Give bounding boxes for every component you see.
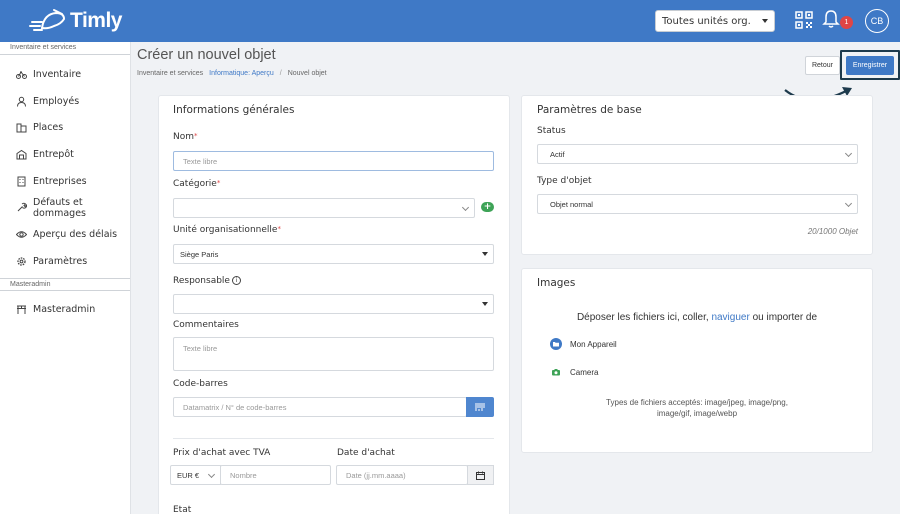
sidebar-item-label: Entrepôt (33, 148, 74, 160)
object-counter: 20/1000 Objet (807, 227, 858, 236)
sidebar-item-label: Employés (33, 95, 80, 107)
eye-icon (16, 229, 27, 240)
breadcrumb-separator: / (279, 70, 282, 77)
sidebar-item-entrepot[interactable]: Entrepôt (0, 141, 130, 168)
sidebar-item-label: Places (33, 122, 64, 134)
office-icon (16, 176, 27, 187)
sidebar-item-employes[interactable]: Employés (0, 88, 130, 115)
back-button[interactable]: Retour (805, 56, 840, 75)
responsible-select[interactable] (173, 294, 494, 314)
category-label: Catégorie* (173, 179, 221, 189)
chevron-down-icon (207, 470, 216, 479)
chevron-down-icon (844, 149, 853, 158)
general-info-title: Informations générales (173, 104, 295, 116)
sidebar-section-inventory: Inventaire et services (0, 42, 130, 55)
sidebar-section-masteradmin: Masteradmin (0, 277, 130, 291)
sidebar-item-places[interactable]: Places (0, 114, 130, 141)
barcode-scan-icon (475, 403, 485, 411)
sidebar-item-label: Inventaire (33, 68, 82, 80)
folder-icon (550, 338, 562, 350)
sidebar-item-label: Masteradmin (33, 304, 96, 316)
date-input[interactable]: Date (jj.mm.aaaa) (336, 465, 468, 485)
qr-scan-icon[interactable] (795, 11, 813, 29)
state-label: Etat (173, 505, 192, 514)
bell-icon[interactable] (822, 9, 840, 29)
name-label: Nom* (173, 132, 198, 142)
accepted-file-types: Types de fichiers acceptés: image/jpeg, … (606, 398, 788, 418)
basic-params-title: Paramètres de base (537, 104, 642, 116)
camera-icon (550, 366, 562, 378)
comments-label: Commentaires (173, 320, 239, 330)
comments-textarea[interactable]: Texte libre (173, 337, 494, 371)
avatar[interactable]: CB (865, 9, 889, 33)
name-input[interactable]: Texte libre (173, 151, 494, 171)
org-unit-select[interactable]: Toutes unités org. (655, 10, 775, 32)
object-type-label: Type d'objet (537, 176, 592, 186)
calendar-button[interactable] (467, 465, 494, 485)
notification-badge: 1 (840, 16, 853, 29)
section-divider (173, 438, 494, 439)
org-unit-select-value: Toutes unités org. (662, 15, 751, 27)
browse-link[interactable]: naviguer (711, 312, 749, 323)
info-icon[interactable]: i (231, 276, 241, 285)
source-camera[interactable]: Camera (550, 366, 598, 378)
images-card (521, 268, 873, 453)
sidebar-item-inventaire[interactable]: Inventaire (0, 61, 130, 88)
source-my-device[interactable]: Mon Appareil (550, 338, 617, 350)
barcode-scan-button[interactable] (466, 397, 494, 417)
currency-select[interactable]: EUR € (170, 465, 221, 485)
org-unit-field-select[interactable]: Siège Paris (173, 244, 494, 264)
top-bar: Timly Toutes unités org. 1 CB (0, 0, 900, 42)
sidebar-item-parametres[interactable]: Paramètres (0, 248, 130, 275)
logo-text: Timly (70, 9, 122, 32)
sidebar-item-defauts[interactable]: Défauts et dommages (0, 194, 130, 221)
user-icon (16, 96, 27, 107)
bicycle-icon (16, 69, 27, 80)
status-label: Status (537, 126, 566, 136)
calendar-icon (476, 471, 485, 480)
add-category-button[interactable]: + (481, 202, 494, 212)
breadcrumb: Inventaire et services Informatique: Ape… (137, 70, 327, 77)
sidebar-item-label: Entreprises (33, 175, 87, 187)
category-select[interactable] (173, 198, 475, 218)
sidebar: Inventaire et services Inventaire Employ… (0, 42, 131, 514)
building-icon (16, 122, 27, 133)
caret-down-icon (482, 302, 488, 306)
sidebar-item-label: Paramètres (33, 255, 88, 267)
price-input[interactable]: Nombre (220, 465, 331, 485)
sidebar-item-label: Défauts et dommages (33, 196, 86, 219)
chevron-down-icon (844, 199, 853, 208)
object-type-select[interactable]: Objet normal (537, 194, 858, 214)
sidebar-item-masteradmin[interactable]: Masteradmin (0, 297, 130, 324)
org-unit-label: Unité organisationnelle* (173, 225, 281, 235)
date-label: Date d'achat (337, 448, 395, 458)
breadcrumb-item-current: Nouvel objet (287, 70, 327, 77)
breadcrumb-item[interactable]: Informatique: Aperçu (209, 70, 274, 77)
barcode-label: Code-barres (173, 379, 228, 389)
chevron-down-icon (461, 203, 470, 212)
dropzone-text[interactable]: Déposer les fichiers ici, coller, navigu… (522, 312, 872, 323)
logo[interactable]: Timly (28, 6, 122, 36)
status-select[interactable]: Actif (537, 144, 858, 164)
sidebar-item-entreprises[interactable]: Entreprises (0, 168, 130, 195)
barcode-input[interactable]: Datamatrix / N° de code-barres (173, 397, 467, 417)
page-title: Créer un nouvel objet (137, 47, 276, 63)
gear-icon (16, 256, 27, 267)
price-label: Prix d'achat avec TVA (173, 448, 271, 458)
breadcrumb-item[interactable]: Inventaire et services (137, 70, 203, 77)
wrench-icon (16, 202, 27, 213)
warehouse-icon (16, 149, 27, 160)
sidebar-item-apercu[interactable]: Aperçu des délais (0, 221, 130, 248)
gate-icon (16, 304, 27, 315)
logo-icon (29, 9, 66, 31)
caret-down-icon (482, 252, 488, 256)
caret-down-icon (762, 19, 768, 23)
sidebar-item-label: Aperçu des délais (33, 228, 118, 240)
responsible-label: Responsable i (173, 276, 241, 286)
images-title: Images (537, 277, 576, 289)
save-button[interactable]: Enregistrer (846, 56, 894, 75)
